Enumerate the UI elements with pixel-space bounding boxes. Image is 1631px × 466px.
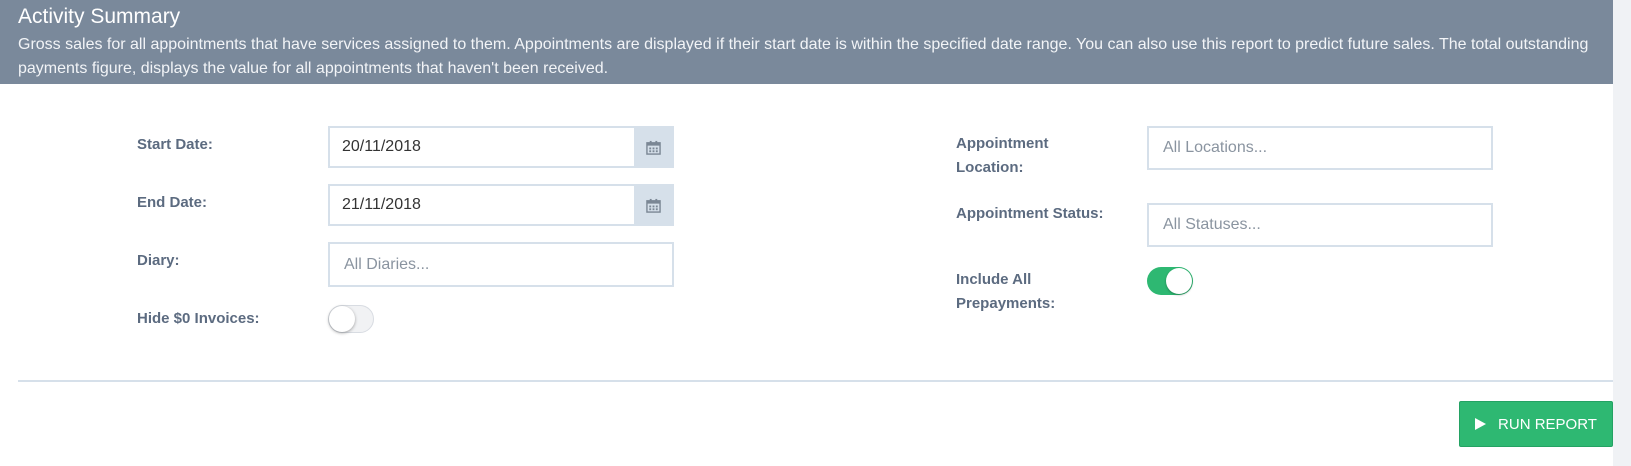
diary-select[interactable]: All Diaries... xyxy=(328,242,674,287)
hide-zero-invoices-label: Hide $0 Invoices: xyxy=(137,310,260,327)
appointment-location-label: Appointment Location: xyxy=(956,132,1048,180)
calendar-icon[interactable] xyxy=(634,186,672,224)
start-date-label: Start Date: xyxy=(137,136,213,153)
location-placeholder: All Locations... xyxy=(1163,139,1268,156)
report-description: Gross sales for all appointments that ha… xyxy=(18,36,1589,77)
calendar-icon[interactable] xyxy=(634,128,672,166)
diary-label: Diary: xyxy=(137,252,180,269)
include-prepayments-toggle[interactable] xyxy=(1147,267,1193,295)
toggle-knob xyxy=(1166,268,1192,294)
appointment-status-label: Appointment Status: xyxy=(956,205,1104,222)
appointment-location-label-line2: Location: xyxy=(956,159,1024,176)
status-placeholder: All Statuses... xyxy=(1163,216,1261,233)
section-divider xyxy=(18,380,1613,382)
diary-placeholder: All Diaries... xyxy=(344,255,430,273)
run-report-button[interactable]: RUN REPORT xyxy=(1459,401,1613,447)
scrollbar-track[interactable] xyxy=(1613,0,1631,466)
appointment-location-select[interactable]: All Locations... xyxy=(1147,126,1493,170)
include-prepayments-label-line1: Include All xyxy=(956,271,1032,288)
report-header: Activity Summary Gross sales for all app… xyxy=(0,0,1631,84)
include-prepayments-label: Include All Prepayments: xyxy=(956,268,1055,316)
include-prepayments-label-line2: Prepayments: xyxy=(956,295,1056,312)
appointment-status-select[interactable]: All Statuses... xyxy=(1147,203,1493,247)
start-date-field[interactable]: 20/11/2018 xyxy=(328,126,674,168)
end-date-label: End Date: xyxy=(137,194,208,211)
appointment-location-label-line1: Appointment xyxy=(956,135,1049,152)
hide-zero-invoices-toggle[interactable] xyxy=(328,305,374,333)
play-icon xyxy=(1475,418,1487,430)
end-date-field[interactable]: 21/11/2018 xyxy=(328,184,674,226)
start-date-value[interactable]: 20/11/2018 xyxy=(330,138,634,156)
page-title: Activity Summary xyxy=(18,5,181,28)
end-date-value[interactable]: 21/11/2018 xyxy=(330,196,634,214)
toggle-knob xyxy=(329,306,355,332)
run-report-label: RUN REPORT xyxy=(1498,415,1597,433)
